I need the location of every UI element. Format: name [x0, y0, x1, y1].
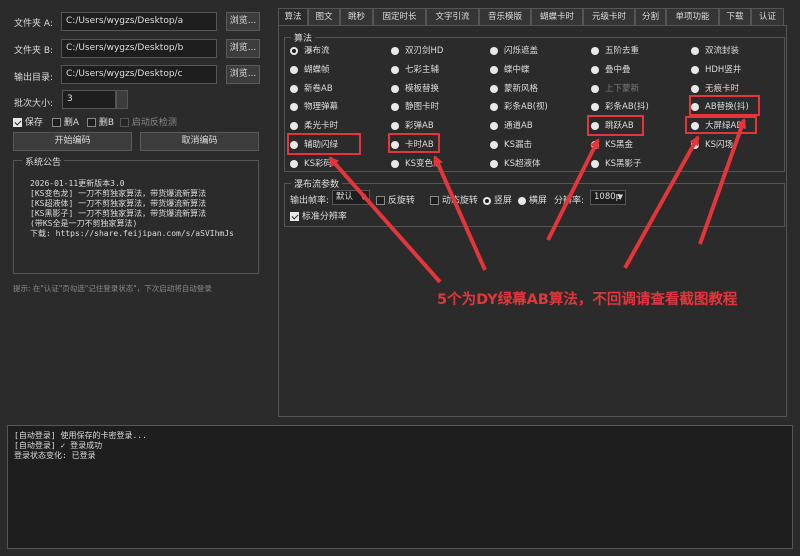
- log-line: 登录状态变化: 已登录: [14, 451, 96, 460]
- log-line: [自动登录] 使用保存的卡密登录...: [14, 431, 147, 440]
- log-panel[interactable]: [自动登录] 使用保存的卡密登录... [自动登录] ✓ 登录成功 登录状态变化…: [7, 425, 793, 549]
- annotation-text: 5个为DY绿幕AB算法，不回调请查看截图教程: [437, 292, 738, 308]
- log-line: [自动登录] ✓ 登录成功: [14, 441, 103, 450]
